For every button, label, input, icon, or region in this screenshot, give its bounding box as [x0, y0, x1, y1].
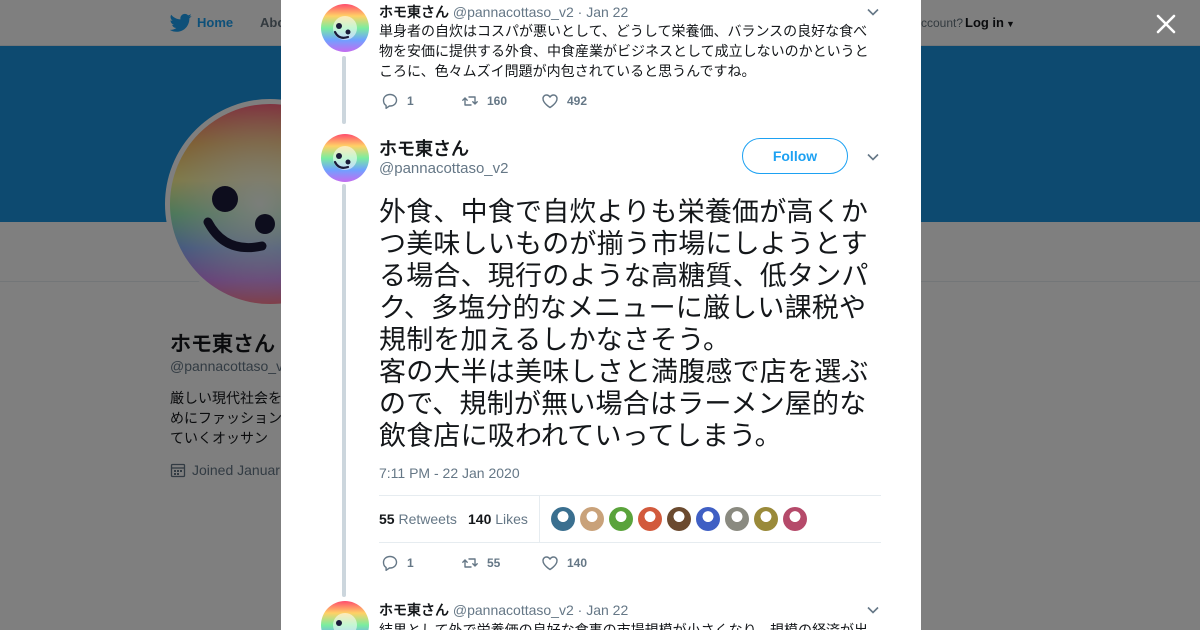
liker-avatars [551, 507, 807, 531]
tweet-date[interactable]: Jan 22 [586, 602, 628, 618]
retweet-count: 160 [487, 94, 508, 108]
retweet-stat-label: Retweets [398, 511, 457, 527]
liker-avatar[interactable] [783, 507, 807, 531]
tweet-author-handle[interactable]: @pannacottaso_v2 [379, 160, 509, 177]
like-stat-label: Likes [495, 511, 528, 527]
liker-avatar[interactable] [609, 507, 633, 531]
retweet-icon [462, 96, 478, 106]
reply-icon [382, 93, 398, 109]
liker-avatar[interactable] [667, 507, 691, 531]
like-count: 140 [567, 556, 588, 570]
tweet-text: 単身者の自炊はコスパが悪いとして、どうして栄養価、バランスの良好な食べ物を安価に… [379, 23, 869, 79]
tweet-date[interactable]: Jan 22 [586, 4, 628, 20]
tweet-author-name[interactable]: ホモ東さん [379, 135, 469, 161]
rainbow-face-avatar-image [321, 4, 369, 52]
thread-connector [342, 184, 346, 597]
chevron-down-icon[interactable] [865, 602, 881, 618]
liker-avatar[interactable] [551, 507, 575, 531]
liker-avatar[interactable] [754, 507, 778, 531]
separator: · [577, 4, 583, 20]
liker-avatar[interactable] [580, 507, 604, 531]
heart-icon [542, 94, 558, 109]
tweet-actions: 1 160 492 [381, 92, 621, 110]
retweet-stat[interactable]: 55 Retweets [379, 511, 457, 527]
follow-button[interactable]: Follow [742, 138, 848, 174]
separator: · [577, 602, 583, 618]
thread-connector [342, 56, 346, 124]
retweet-button[interactable]: 160 [461, 92, 541, 110]
like-button[interactable]: 492 [541, 92, 621, 110]
rainbow-face-avatar-image [321, 601, 369, 630]
divider [539, 496, 540, 542]
close-icon[interactable] [1152, 10, 1180, 38]
rainbow-face-avatar-image [321, 134, 369, 182]
liker-avatar[interactable] [725, 507, 749, 531]
tweet-header: ホモ東さん @pannacottaso_v2 · Jan 22 [379, 2, 628, 22]
avatar[interactable] [321, 134, 369, 182]
chevron-down-icon[interactable] [865, 149, 881, 165]
retweet-button[interactable]: 55 [461, 554, 541, 572]
retweet-count: 55 [487, 556, 501, 570]
like-count: 492 [567, 94, 588, 108]
tweet-text: 外食、中食で自炊よりも栄養価が高くかつ美味しいものが揃う市場にしようとする場合、… [379, 197, 869, 451]
reply-count: 1 [407, 94, 414, 108]
reply-count: 1 [407, 556, 414, 570]
avatar[interactable] [321, 601, 369, 630]
reply-button[interactable]: 1 [381, 554, 461, 572]
tweet-header: ホモ東さん @pannacottaso_v2 · Jan 22 [379, 600, 628, 620]
tweet-actions: 1 55 140 [381, 554, 621, 572]
tweet-modal: ホモ東さん @pannacottaso_v2 · Jan 22 単身者の自炊はコ… [281, 0, 921, 630]
tweet-timestamp[interactable]: 7:11 PM - 22 Jan 2020 [379, 465, 520, 481]
like-stat[interactable]: 140 Likes [468, 511, 528, 527]
liker-avatar[interactable] [638, 507, 662, 531]
tweet-text: 結果として外で栄養価の良好な食事の市場規模が小さくなり、規模の経済が出 [379, 622, 869, 630]
reply-icon [382, 555, 398, 571]
tweet-author-name[interactable]: ホモ東さん [379, 4, 449, 20]
retweet-stat-count: 55 [379, 511, 395, 527]
tweet-stats: 55 Retweets 140 Likes [379, 495, 881, 543]
liker-avatar[interactable] [696, 507, 720, 531]
tweet-author-handle[interactable]: @pannacottaso_v2 [453, 4, 574, 20]
reply-button[interactable]: 1 [381, 92, 461, 110]
tweet-author-name[interactable]: ホモ東さん [379, 602, 449, 618]
like-stat-count: 140 [468, 511, 492, 527]
retweet-icon [462, 558, 478, 568]
avatar[interactable] [321, 4, 369, 52]
like-button[interactable]: 140 [541, 554, 621, 572]
tweet-author-handle[interactable]: @pannacottaso_v2 [453, 602, 574, 618]
heart-icon [542, 556, 558, 571]
chevron-down-icon[interactable] [865, 4, 881, 20]
